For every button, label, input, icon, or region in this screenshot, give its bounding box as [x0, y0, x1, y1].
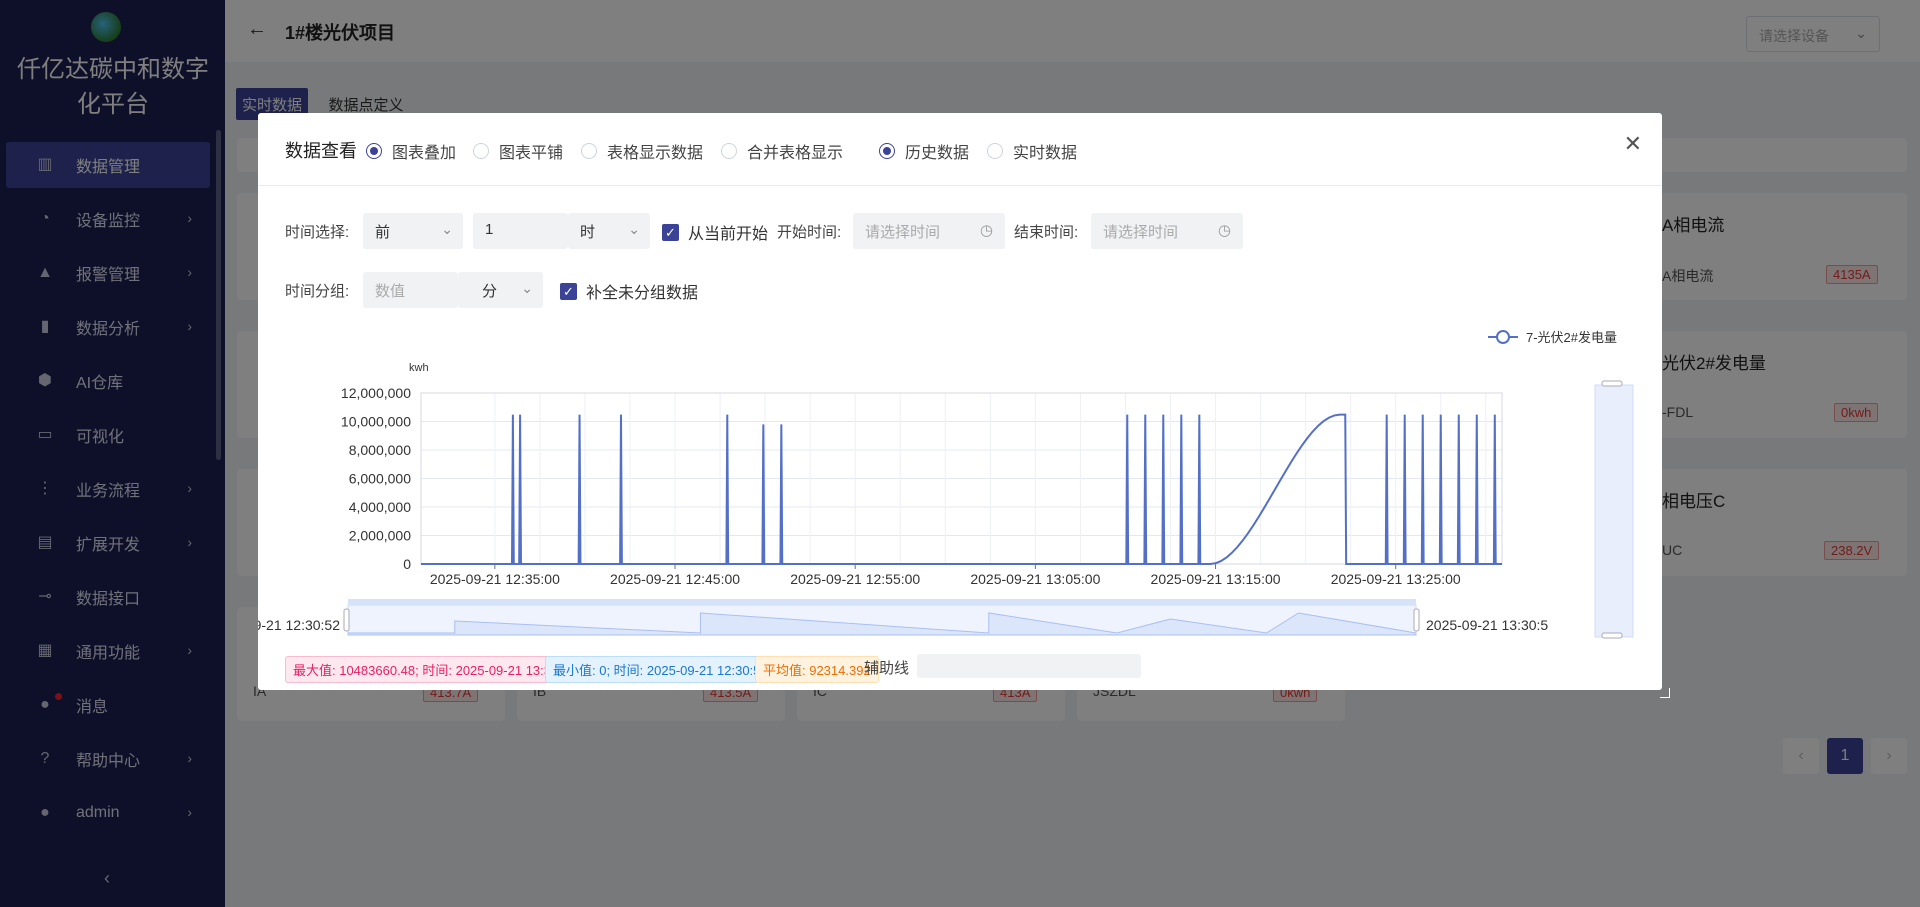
x-tick-label: 2025-09-21 12:45:00 [610, 571, 740, 587]
y-tick-label: 12,000,000 [341, 385, 411, 401]
data-view-dialog: 数据查看 图表叠加 图表平铺 表格显示数据 合并表格显示 历史数据 实时数据 ✕… [258, 113, 1670, 698]
zoom-handle-right[interactable] [1413, 608, 1420, 632]
y-tick-label: 0 [403, 556, 411, 572]
x-tick-label: 2025-09-21 13:05:00 [970, 571, 1100, 587]
y-zoom-slider-track[interactable] [1594, 384, 1634, 638]
resize-handle[interactable] [1660, 688, 1670, 698]
line-chart: 12,000,000 10,000,000 8,000,000 6,000,000 4,… [258, 362, 1634, 639]
y-zoom-handle-bottom[interactable] [1601, 632, 1623, 639]
aux-line-input[interactable] [917, 654, 1141, 678]
y-axis-unit: kwh [409, 362, 429, 374]
x-tick-label: 2025-09-21 12:55:00 [790, 571, 920, 587]
x-tick-label: 2025-09-21 12:35:00 [430, 571, 560, 587]
x-tick-label: 2025-09-21 13:25:00 [1331, 571, 1461, 587]
y-tick-label: 10,000,000 [341, 414, 411, 430]
y-zoom-handle-top[interactable] [1601, 380, 1623, 387]
avg-value-tag: 平均值: 92314.392 [755, 656, 879, 683]
x-tick-label: 2025-09-21 13:15:00 [1151, 571, 1281, 587]
zoom-slider-top-bar[interactable] [348, 599, 1416, 605]
zoom-handle-left[interactable] [343, 608, 350, 632]
y-tick-label: 6,000,000 [349, 471, 411, 487]
min-value-tag: 最小值: 0; 时间: 2025-09-21 12:30:51 [545, 656, 776, 683]
y-tick-label: 4,000,000 [349, 499, 411, 515]
series-line [421, 413, 1502, 565]
max-value-tag: 最大值: 10483660.48; 时间: 2025-09-21 13:30:0… [285, 656, 585, 683]
zoom-end-label: 2025-09-21 13:30:5 [1426, 617, 1548, 633]
y-tick-label: 8,000,000 [349, 442, 411, 458]
y-tick-label: 2,000,000 [349, 528, 411, 544]
zoom-start-label: 2025-09-21 12:30:52 [258, 617, 340, 633]
aux-line-label: 辅助线 [864, 660, 910, 677]
